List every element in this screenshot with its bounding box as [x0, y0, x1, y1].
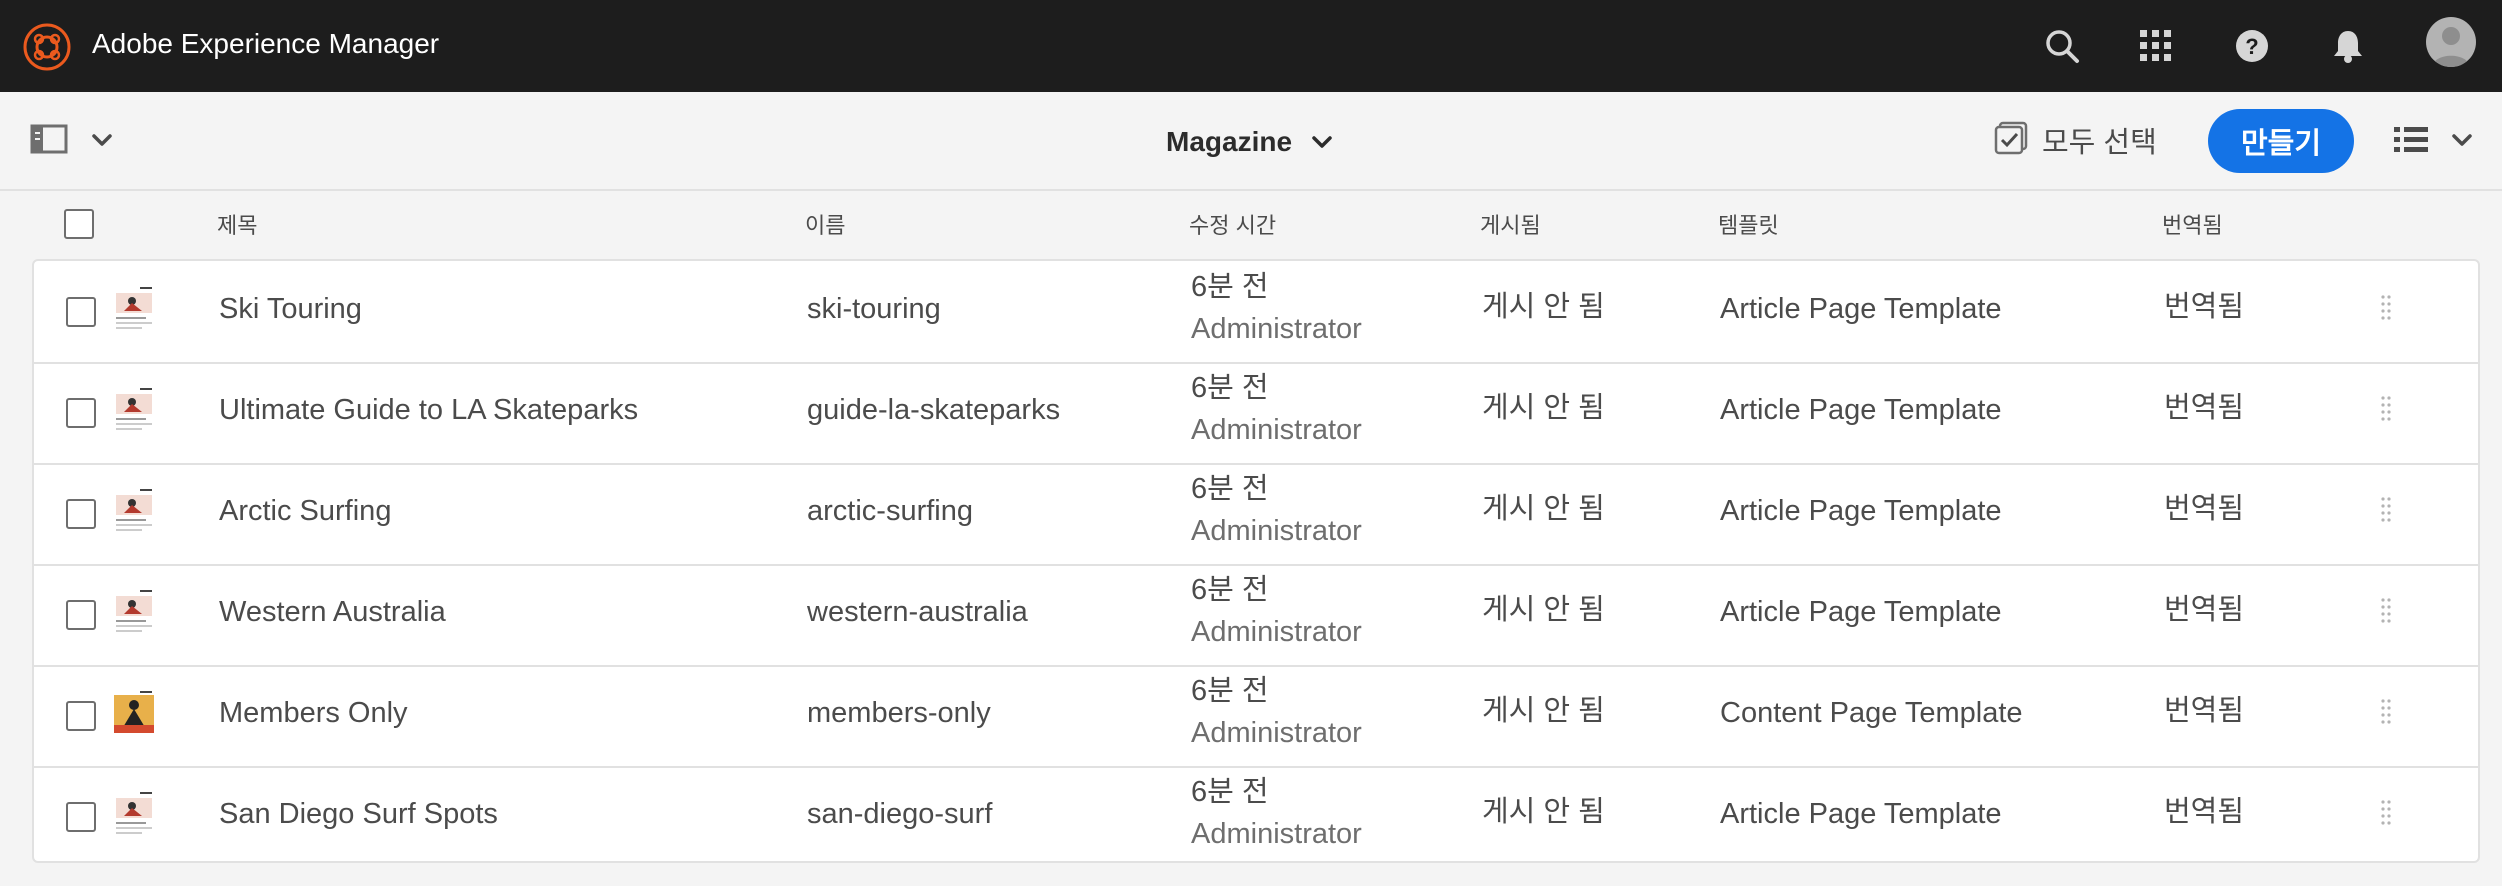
row-translated-status: 번역됨 [2164, 796, 2245, 828]
row-modified-time: 6분 전 [1191, 271, 1269, 303]
chevron-down-icon[interactable] [2448, 126, 2476, 154]
row-published-status: 게시 안 됨 [1482, 291, 1605, 323]
bell-icon[interactable] [2324, 22, 2372, 70]
row-modified-time: 6분 전 [1191, 776, 1269, 808]
row-checkbox[interactable] [66, 600, 96, 630]
table-row[interactable]: Members Only members-only 6분 전 Administr… [34, 665, 2478, 768]
apps-grid-icon[interactable] [2132, 22, 2180, 70]
row-template: Article Page Template [1720, 798, 2002, 830]
column-header-template[interactable]: 템플릿 [1718, 211, 1779, 241]
row-modified-user: Administrator [1191, 313, 1362, 345]
action-bar: Magazine 모두 선택 만들기 [0, 92, 2502, 191]
search-icon[interactable] [2038, 22, 2086, 70]
aem-logo-icon[interactable] [22, 22, 72, 72]
page-thumbnail [112, 689, 156, 739]
row-translated-status: 번역됨 [2164, 291, 2245, 323]
row-name: ski-touring [807, 293, 941, 325]
column-header-name[interactable]: 이름 [805, 211, 845, 241]
row-published-status: 게시 안 됨 [1482, 594, 1605, 626]
row-published-status: 게시 안 됨 [1482, 796, 1605, 828]
select-all-icon [1994, 121, 2028, 160]
row-checkbox[interactable] [66, 297, 96, 327]
table-row[interactable]: Western Australia western-australia 6분 전… [34, 564, 2478, 667]
drag-handle-icon[interactable] [2380, 697, 2392, 727]
create-button[interactable]: 만들기 [2208, 109, 2354, 173]
drag-handle-icon[interactable] [2380, 293, 2392, 323]
row-translated-status: 번역됨 [2164, 493, 2245, 525]
row-modified-user: Administrator [1191, 414, 1362, 446]
row-checkbox[interactable] [66, 398, 96, 428]
row-checkbox[interactable] [66, 802, 96, 832]
row-template: Article Page Template [1720, 394, 2002, 426]
drag-handle-icon[interactable] [2380, 596, 2392, 626]
table-row[interactable]: San Diego Surf Spots san-diego-surf 6분 전… [34, 766, 2478, 867]
rail-toggle-icon[interactable] [30, 122, 70, 158]
select-all-label: 모두 선택 [2042, 127, 2157, 159]
page-thumbnail [112, 588, 156, 638]
row-modified-time: 6분 전 [1191, 675, 1269, 707]
row-modified-user: Administrator [1191, 515, 1362, 547]
chevron-down-icon[interactable] [1308, 128, 1336, 156]
select-all-checkbox[interactable] [64, 209, 94, 239]
table-row[interactable]: Arctic Surfing arctic-surfing 6분 전 Admin… [34, 463, 2478, 566]
row-title[interactable]: San Diego Surf Spots [219, 796, 498, 832]
column-header-title[interactable]: 제목 [217, 211, 257, 241]
row-title[interactable]: Members Only [219, 695, 408, 731]
row-name: arctic-surfing [807, 495, 973, 527]
app-title[interactable]: Adobe Experience Manager [92, 26, 439, 62]
breadcrumb-title[interactable]: Magazine [1166, 124, 1292, 160]
help-icon[interactable]: ? [2228, 22, 2276, 70]
row-translated-status: 번역됨 [2164, 594, 2245, 626]
row-published-status: 게시 안 됨 [1482, 392, 1605, 424]
row-title[interactable]: Ultimate Guide to LA Skateparks [219, 392, 638, 428]
drag-handle-icon[interactable] [2380, 798, 2392, 828]
drag-handle-icon[interactable] [2380, 495, 2392, 525]
row-name: western-australia [807, 596, 1028, 628]
row-checkbox[interactable] [66, 499, 96, 529]
svg-text:?: ? [2245, 34, 2258, 59]
page-thumbnail [112, 790, 156, 840]
page-thumbnail [112, 487, 156, 537]
row-modified-user: Administrator [1191, 616, 1362, 648]
row-title[interactable]: Arctic Surfing [219, 493, 391, 529]
row-modified-user: Administrator [1191, 717, 1362, 749]
row-modified-user: Administrator [1191, 818, 1362, 850]
row-name: guide-la-skateparks [807, 394, 1061, 426]
row-name: members-only [807, 697, 991, 729]
row-name: san-diego-surf [807, 798, 993, 830]
row-published-status: 게시 안 됨 [1482, 695, 1605, 727]
row-title[interactable]: Ski Touring [219, 291, 362, 327]
row-published-status: 게시 안 됨 [1482, 493, 1605, 525]
drag-handle-icon[interactable] [2380, 394, 2392, 424]
page-thumbnail [112, 285, 156, 335]
row-template: Article Page Template [1720, 293, 2002, 325]
shell-header: Adobe Experience Manager ? [0, 0, 2502, 92]
row-checkbox[interactable] [66, 701, 96, 731]
row-template: Article Page Template [1720, 596, 2002, 628]
row-modified-time: 6분 전 [1191, 574, 1269, 606]
table-header: 제목 이름 수정 시간 게시됨 템플릿 번역됨 [0, 191, 2502, 261]
row-template: Article Page Template [1720, 495, 2002, 527]
row-translated-status: 번역됨 [2164, 392, 2245, 424]
row-modified-time: 6분 전 [1191, 372, 1269, 404]
table-row[interactable]: Ski Touring ski-touring 6분 전 Administrat… [34, 261, 2478, 364]
avatar[interactable] [2426, 17, 2476, 67]
table-row[interactable]: Ultimate Guide to LA Skateparks guide-la… [34, 362, 2478, 465]
page-thumbnail [112, 386, 156, 436]
row-translated-status: 번역됨 [2164, 695, 2245, 727]
column-header-translated[interactable]: 번역됨 [2162, 211, 2223, 241]
list-view-icon[interactable] [2392, 122, 2432, 158]
select-all-button[interactable]: 모두 선택 [1994, 120, 2157, 160]
column-header-published[interactable]: 게시됨 [1480, 211, 1541, 241]
chevron-down-icon[interactable] [88, 126, 116, 154]
table-body: Ski Touring ski-touring 6분 전 Administrat… [32, 259, 2480, 863]
row-template: Content Page Template [1720, 697, 2023, 729]
row-modified-time: 6분 전 [1191, 473, 1269, 505]
row-title[interactable]: Western Australia [219, 594, 446, 630]
column-header-modified[interactable]: 수정 시간 [1189, 211, 1276, 241]
